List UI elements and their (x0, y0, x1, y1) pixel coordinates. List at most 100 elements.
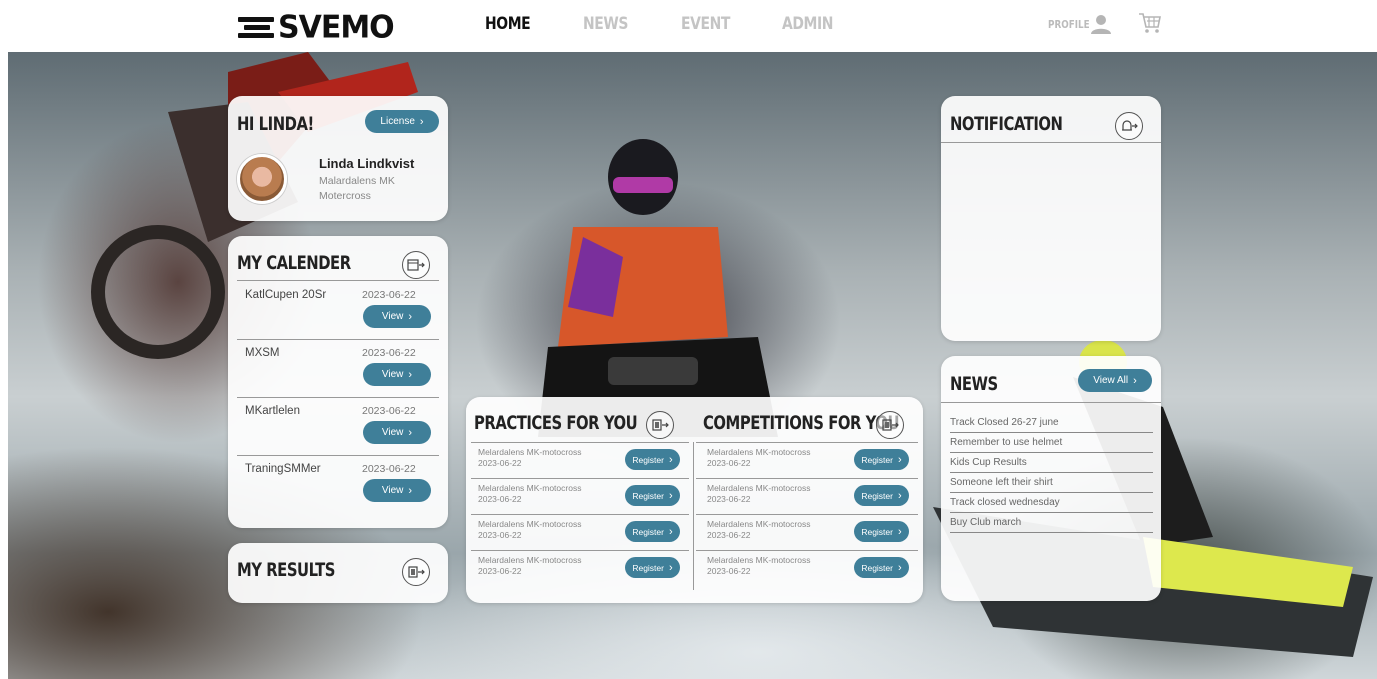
chevron-right-icon: › (419, 115, 424, 128)
nav-event[interactable]: EVENT (681, 14, 764, 34)
calendar-event-name: MXSM (245, 347, 280, 359)
calendar-event-date: 2023-06-22 (362, 463, 416, 475)
register-button-label: Register (632, 526, 664, 537)
notification-card: NOTIFICATION (941, 96, 1161, 341)
news-item[interactable]: Buy Club march (950, 513, 1153, 533)
chevron-right-icon: › (1133, 374, 1137, 387)
calendar-arrow-icon[interactable] (402, 251, 430, 279)
calendar-event-name: KatlCupen 20Sr (245, 289, 327, 301)
nav-admin[interactable]: ADMIN (782, 14, 848, 34)
chevron-right-icon: › (897, 561, 902, 574)
register-button-label: Register (632, 454, 664, 465)
register-button-label: Register (861, 490, 893, 501)
competitions-title: COMPETITIONS FOR YOU (703, 412, 900, 434)
practice-date: 2023-06-22 (478, 566, 522, 576)
divider (941, 402, 1161, 403)
register-button[interactable]: Register › (625, 449, 680, 470)
practice-date: 2023-06-22 (478, 530, 522, 540)
practice-row: Melardalens MK-motocross 2023-06-22 Regis… (466, 550, 691, 586)
practice-info: Melardalens MK-motocross 2023-06-22 (478, 519, 581, 541)
view-all-button[interactable]: View All › (1078, 369, 1152, 392)
calendar-event-date: 2023-06-22 (362, 289, 416, 301)
practice-info: Melardalens MK-motocross 2023-06-22 (478, 483, 581, 505)
register-button[interactable]: Register › (854, 449, 909, 470)
practice-club: Melardalens MK-motocross (478, 555, 582, 565)
chevron-right-icon: › (897, 489, 902, 502)
notification-title: NOTIFICATION (950, 113, 1063, 135)
nav-home[interactable]: HOME (485, 14, 565, 34)
view-button[interactable]: View › (363, 421, 431, 444)
register-button[interactable]: Register › (625, 485, 680, 506)
bell-arrow-icon[interactable] (1115, 112, 1143, 140)
events-for-you-card: PRACTICES FOR YOU Melardalens MK-motocro… (466, 397, 923, 603)
competition-date: 2023-06-22 (707, 566, 751, 576)
register-button-label: Register (632, 562, 664, 573)
practice-club: Melardalens MK-motocross (478, 519, 582, 529)
competition-row: Melardalens MK-motocross 2023-06-22 Regis… (695, 478, 920, 514)
competition-club: Melardalens MK-motocross (707, 555, 811, 565)
view-all-label: View All (1093, 375, 1129, 386)
register-button[interactable]: Register › (854, 557, 909, 578)
view-button[interactable]: View › (363, 305, 431, 328)
calendar-card: MY CALENDER KatlCupen 20Sr 2023-06-22 Vi… (228, 236, 448, 528)
practice-club: Melardalens MK-motocross (478, 447, 582, 457)
register-button[interactable]: Register › (854, 485, 909, 506)
practice-row: Melardalens MK-motocross 2023-06-22 Regis… (466, 442, 691, 478)
news-item[interactable]: Kids Cup Results (950, 453, 1153, 473)
competition-row: Melardalens MK-motocross 2023-06-22 Regis… (695, 442, 920, 478)
chevron-right-icon: › (897, 453, 902, 466)
chevron-right-icon: › (408, 310, 413, 323)
license-button[interactable]: License › (365, 110, 439, 133)
register-button[interactable]: Register › (854, 521, 909, 542)
view-button-label: View (381, 485, 404, 496)
profile-link[interactable]: PROFILE (1048, 14, 1112, 34)
user-name: Linda Lindkvist (319, 156, 415, 171)
calendar-event-date: 2023-06-22 (362, 405, 416, 417)
calendar-event-row: MXSM 2023-06-22 View › (228, 339, 433, 397)
competition-club: Melardalens MK-motocross (707, 483, 811, 493)
competition-arrow-icon[interactable] (876, 411, 904, 439)
logo-text: SVEMO (278, 8, 395, 46)
register-button-label: Register (632, 490, 664, 501)
divider (941, 142, 1161, 143)
competition-club: Melardalens MK-motocross (707, 447, 811, 457)
view-button-label: View (381, 369, 404, 380)
avatar[interactable] (237, 154, 287, 204)
register-button-label: Register (861, 454, 893, 465)
calendar-event-date: 2023-06-22 (362, 347, 416, 359)
competition-info: Melardalens MK-motocross 2023-06-22 (707, 555, 810, 577)
calendar-event-name: TraningSMMer (245, 463, 321, 475)
register-button[interactable]: Register › (625, 521, 680, 542)
competition-info: Melardalens MK-motocross 2023-06-22 (707, 447, 810, 469)
logo-stripes-icon (238, 15, 276, 39)
register-button[interactable]: Register › (625, 557, 680, 578)
competition-info: Melardalens MK-motocross 2023-06-22 (707, 519, 810, 541)
chevron-right-icon: › (408, 426, 413, 439)
competition-date: 2023-06-22 (707, 458, 751, 468)
practice-info: Melardalens MK-motocross 2023-06-22 (478, 447, 581, 469)
user-icon (1091, 15, 1111, 34)
practice-arrow-icon[interactable] (646, 411, 674, 439)
view-button[interactable]: View › (363, 479, 431, 502)
practice-row: Melardalens MK-motocross 2023-06-22 Regis… (466, 478, 691, 514)
cart-icon[interactable] (1138, 12, 1162, 34)
view-button[interactable]: View › (363, 363, 431, 386)
results-arrow-icon[interactable] (402, 558, 430, 586)
news-item[interactable]: Someone left their shirt (950, 473, 1153, 493)
calendar-title: MY CALENDER (237, 252, 351, 274)
register-button-label: Register (861, 562, 893, 573)
practices-title: PRACTICES FOR YOU (474, 412, 638, 434)
calendar-event-row: TraningSMMer 2023-06-22 View › (228, 455, 433, 513)
nav-news[interactable]: NEWS (583, 14, 663, 34)
news-item[interactable]: Track closed wednesday (950, 493, 1153, 513)
news-item[interactable]: Track Closed 26-27 june (950, 413, 1153, 433)
news-item[interactable]: Remember to use helmet (950, 433, 1153, 453)
user-club: Malardalens MK Motercross (319, 175, 395, 202)
practice-date: 2023-06-22 (478, 458, 522, 468)
competition-row: Melardalens MK-motocross 2023-06-22 Regis… (695, 550, 920, 586)
chevron-right-icon: › (668, 453, 673, 466)
view-button-label: View (381, 311, 404, 322)
news-card: NEWS View All › Track Closed 26-27 june R… (941, 356, 1161, 601)
view-button-label: View (381, 427, 404, 438)
svemo-logo[interactable]: SVEMO (238, 8, 395, 46)
